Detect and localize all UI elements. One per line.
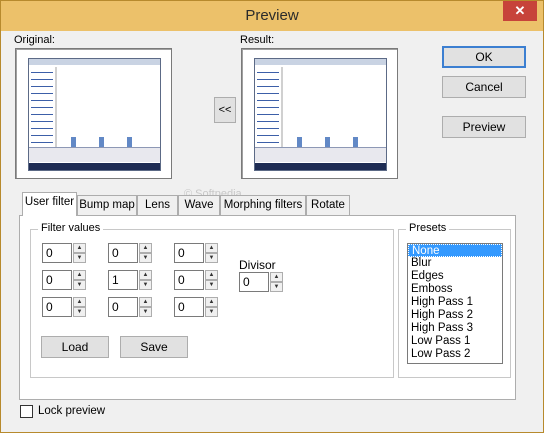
preset-item-high-pass-3[interactable]: High Pass 3 [408, 322, 502, 335]
tab-rotate[interactable]: Rotate [306, 195, 350, 215]
original-preview [15, 48, 172, 179]
filter-value-input[interactable]: 0 [42, 270, 72, 290]
original-thumbnail [28, 58, 161, 171]
filter-value-input[interactable]: 0 [174, 297, 204, 317]
dialog-body: Original: << Result: © Softpedia OK Canc… [8, 31, 536, 427]
result-thumbnail [254, 58, 387, 171]
preset-item-low-pass-1[interactable]: Low Pass 1 [408, 335, 502, 348]
spin-down-icon[interactable]: ▼ [139, 307, 152, 317]
spin-up-icon[interactable]: ▲ [270, 272, 283, 282]
filter-value-input[interactable]: 1 [108, 270, 138, 290]
spin-down-icon[interactable]: ▼ [139, 253, 152, 263]
tab-lens[interactable]: Lens [137, 195, 178, 215]
original-label: Original: [14, 34, 55, 46]
preset-item-edges[interactable]: Edges [408, 270, 502, 283]
filter-value-input[interactable]: 0 [108, 243, 138, 263]
spin-down-icon[interactable]: ▼ [73, 253, 86, 263]
lock-preview-checkbox[interactable] [20, 405, 33, 418]
spin-up-icon[interactable]: ▲ [205, 270, 218, 280]
spin-up-icon[interactable]: ▲ [139, 297, 152, 307]
preset-item-none[interactable]: None [408, 244, 502, 257]
filter-values-group: Filter values 0 ▲ ▼ 0 ▲ ▼ 0 ▲ ▼ 0 ▲ ▼ 1 … [30, 222, 394, 378]
user-filter-panel: Filter values 0 ▲ ▼ 0 ▲ ▼ 0 ▲ ▼ 0 ▲ ▼ 1 … [19, 215, 516, 400]
spin-up-icon[interactable]: ▲ [205, 297, 218, 307]
spin-down-icon[interactable]: ▼ [205, 280, 218, 290]
spin-up-icon[interactable]: ▲ [205, 243, 218, 253]
spin-down-icon[interactable]: ▼ [205, 307, 218, 317]
cancel-button[interactable]: Cancel [442, 76, 526, 98]
tab-user-filter[interactable]: User filter [22, 192, 77, 216]
filter-value-input[interactable]: 0 [174, 270, 204, 290]
spin-down-icon[interactable]: ▼ [270, 282, 283, 292]
preset-item-blur[interactable]: Blur [408, 257, 502, 270]
preview-dialog: Preview ✕ Original: << Result: © Softped… [0, 0, 544, 433]
spin-down-icon[interactable]: ▼ [73, 307, 86, 317]
load-button[interactable]: Load [41, 336, 109, 358]
result-preview [241, 48, 398, 179]
preview-button[interactable]: Preview [442, 116, 526, 138]
preset-item-emboss[interactable]: Emboss [408, 283, 502, 296]
spin-down-icon[interactable]: ▼ [205, 253, 218, 263]
presets-legend: Presets [406, 222, 450, 234]
ok-button[interactable]: OK [442, 46, 526, 68]
filter-values-legend: Filter values [38, 222, 104, 234]
copy-result-button[interactable]: << [214, 97, 236, 123]
tab-bump-map[interactable]: Bump map [77, 195, 137, 215]
spin-up-icon[interactable]: ▲ [139, 243, 152, 253]
spin-up-icon[interactable]: ▲ [73, 270, 86, 280]
filter-value-input[interactable]: 0 [174, 243, 204, 263]
spin-down-icon[interactable]: ▼ [139, 280, 152, 290]
window-title: Preview [245, 7, 299, 24]
lock-preview-label: Lock preview [38, 405, 106, 417]
presets-list[interactable]: None Blur Edges Emboss High Pass 1 High … [407, 243, 503, 364]
divisor-label: Divisor [239, 258, 276, 272]
preset-item-low-pass-2[interactable]: Low Pass 2 [408, 348, 502, 361]
filter-value-input[interactable]: 0 [108, 297, 138, 317]
presets-group: Presets None Blur Edges Emboss High Pass… [398, 222, 511, 378]
tab-morphing-filters[interactable]: Morphing filters [220, 195, 306, 215]
spin-down-icon[interactable]: ▼ [73, 280, 86, 290]
preset-item-high-pass-2[interactable]: High Pass 2 [408, 309, 502, 322]
tab-wave[interactable]: Wave [178, 195, 220, 215]
save-button[interactable]: Save [120, 336, 188, 358]
spin-up-icon[interactable]: ▲ [73, 297, 86, 307]
result-label: Result: [240, 34, 275, 46]
filter-value-input[interactable]: 0 [42, 297, 72, 317]
title-bar: Preview ✕ [1, 1, 543, 31]
preset-item-high-pass-1[interactable]: High Pass 1 [408, 296, 502, 309]
divisor-input[interactable]: 0 [239, 272, 269, 292]
filter-value-input[interactable]: 0 [42, 243, 72, 263]
spin-up-icon[interactable]: ▲ [139, 270, 152, 280]
close-button[interactable]: ✕ [503, 1, 537, 21]
spin-up-icon[interactable]: ▲ [73, 243, 86, 253]
